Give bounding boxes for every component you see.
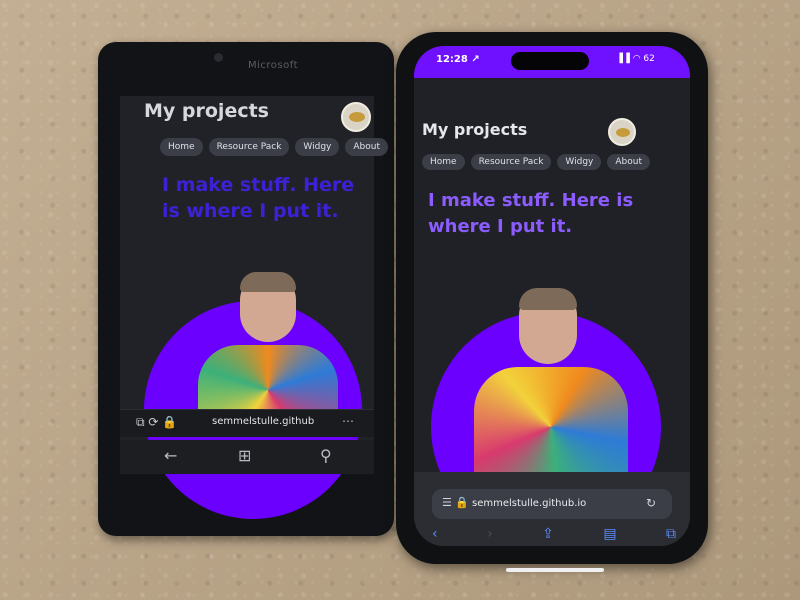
- tabs-icon[interactable]: ⧉: [666, 526, 676, 542]
- status-icons: ▐▐ ◠ 62: [616, 54, 655, 64]
- avatar[interactable]: [341, 102, 371, 132]
- front-camera: [214, 53, 223, 62]
- search-icon[interactable]: ⚲: [320, 446, 332, 465]
- nav-bar: Home Resource Pack Widgy About: [160, 138, 388, 156]
- more-icon[interactable]: ⋯: [342, 414, 354, 428]
- nav-bar: Home Resource Pack Widgy About: [422, 154, 650, 170]
- avatar[interactable]: [608, 118, 636, 146]
- share-icon[interactable]: ⇪: [542, 526, 554, 542]
- page-menu-icon[interactable]: ☰ 🔒: [442, 496, 469, 509]
- hero-headline: I make stuff. Here is where I put it.: [428, 190, 634, 237]
- page-title: My projects: [422, 120, 528, 139]
- phone-brand: Microsoft: [248, 60, 299, 71]
- browser-tab-icon[interactable]: ⧉ ⟳ 🔒: [136, 415, 177, 430]
- nav-widgy[interactable]: Widgy: [557, 154, 602, 170]
- lumia-phone: Microsoft My projects Home Resource Pack…: [98, 42, 394, 536]
- page-title: My projects: [144, 100, 269, 122]
- nav-home[interactable]: Home: [422, 154, 465, 170]
- person-hoodie: [474, 367, 628, 487]
- status-time: 12:28 ↗: [436, 54, 480, 65]
- nav-widgy[interactable]: Widgy: [295, 138, 340, 156]
- windows-icon[interactable]: ⊞: [238, 446, 251, 465]
- reload-icon[interactable]: ↻: [646, 496, 656, 510]
- back-icon[interactable]: ←: [164, 446, 177, 465]
- home-indicator[interactable]: [506, 568, 604, 572]
- hero-headline: I make stuff. Here is where I put it.: [162, 174, 355, 222]
- forward-icon[interactable]: ›: [487, 526, 493, 542]
- address-text[interactable]: semmelstulle.github: [212, 416, 314, 427]
- safari-toolbar: ‹ › ⇪ ▤ ⧉: [432, 526, 676, 542]
- dynamic-island: [511, 52, 589, 70]
- person-hair: [240, 272, 296, 292]
- bookmarks-icon[interactable]: ▤: [603, 526, 616, 542]
- nav-about[interactable]: About: [345, 138, 388, 156]
- nav-resource-pack[interactable]: Resource Pack: [208, 138, 290, 156]
- nav-about[interactable]: About: [607, 154, 650, 170]
- nav-home[interactable]: Home: [160, 138, 203, 156]
- nav-resource-pack[interactable]: Resource Pack: [470, 154, 552, 170]
- iphone: 12:28 ↗ ▐▐ ◠ 62 My projects Home Resourc…: [396, 32, 708, 572]
- back-icon[interactable]: ‹: [432, 526, 438, 542]
- person-hair: [519, 288, 577, 310]
- address-text[interactable]: semmelstulle.github.io: [472, 498, 586, 509]
